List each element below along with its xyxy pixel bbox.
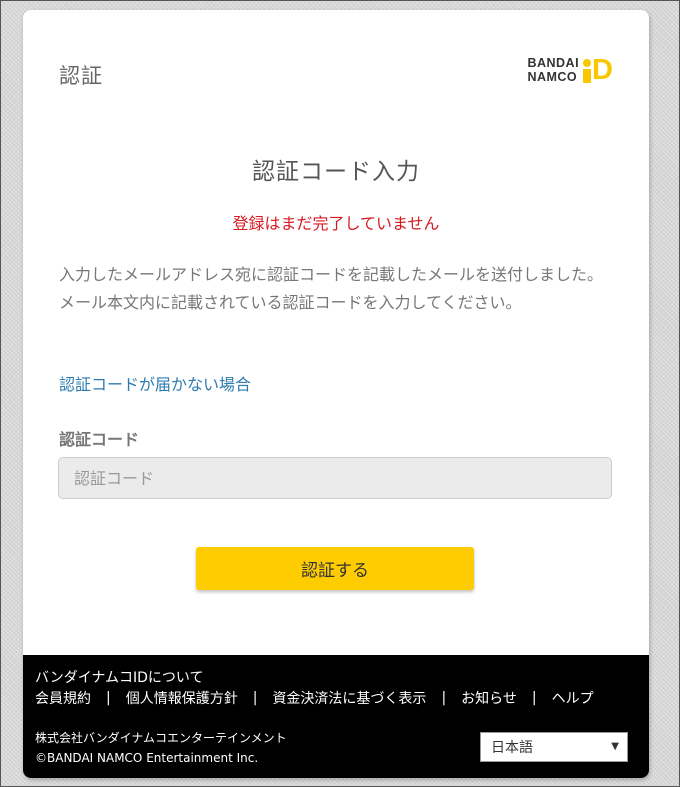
logo-i-glyph (583, 56, 592, 84)
dropdown-arrow-icon: ▼ (611, 741, 619, 752)
auth-card: 認証 BANDAI NAMCO D 認証コード入力 登録はまだ完了していません … (23, 10, 649, 778)
language-selected-value: 日本語 (491, 740, 533, 756)
instruction-line-2: メール本文内に記載されている認証コードを入力してください。 (59, 293, 522, 312)
instruction-line-1: 入力したメールアドレス宛に認証コードを記載したメールを送付しました。 (59, 265, 604, 284)
logo-wordmark: BANDAI NAMCO (527, 56, 579, 84)
footer-separator: | (106, 690, 111, 706)
footer-separator: | (531, 690, 537, 706)
language-select[interactable]: 日本語 ▼ (480, 732, 628, 762)
instruction-text: 入力したメールアドレス宛に認証コードを記載したメールを送付しました。 メール本文… (59, 261, 615, 317)
logo-line-2: NAMCO (527, 70, 578, 84)
footer-link-privacy[interactable]: 個人情報保護方針 (126, 688, 238, 708)
footer-nav: 会員規約 | 個人情報保護方針 | 資金決済法に基づく表示 | お知らせ | ヘ… (35, 688, 594, 708)
company-name: 株式会社バンダイナムコエンターテインメント (35, 731, 287, 745)
footer-link-help[interactable]: ヘルプ (552, 688, 594, 708)
logo-line-1: BANDAI (527, 56, 580, 70)
footer-link-terms[interactable]: 会員規約 (35, 688, 91, 708)
logo-d-glyph: D (592, 54, 613, 86)
registration-incomplete-message: 登録はまだ完了していません (232, 214, 440, 233)
code-field-label: 認証コード (59, 430, 140, 449)
about-id-link[interactable]: バンダイナムコIDについて (35, 667, 204, 687)
copyright-text: ©BANDAI NAMCO Entertainment Inc. (35, 751, 259, 765)
company-info: 株式会社バンダイナムコエンターテインメント ©BANDAI NAMCO Ente… (35, 728, 287, 768)
page-title: 認証 (59, 64, 103, 88)
footer-separator: | (441, 690, 447, 706)
footer-link-payment-act[interactable]: 資金決済法に基づく表示 (272, 688, 426, 708)
footer-link-news[interactable]: お知らせ (461, 688, 517, 708)
id-mark-icon: D (583, 54, 613, 86)
section-heading: 認証コード入力 (252, 159, 420, 185)
verification-code-input[interactable] (58, 457, 612, 499)
code-not-received-link[interactable]: 認証コードが届かない場合 (59, 371, 251, 395)
footer: バンダイナムコIDについて 会員規約 | 個人情報保護方針 | 資金決済法に基づ… (23, 655, 649, 778)
verify-button[interactable]: 認証する (196, 547, 474, 590)
bandai-namco-id-logo: BANDAI NAMCO D (527, 54, 613, 86)
footer-separator: | (252, 690, 258, 706)
